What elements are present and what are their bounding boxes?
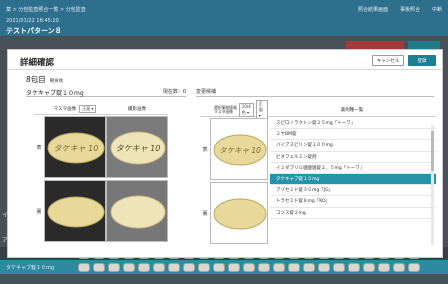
- drug-list-item[interactable]: コソス錠２mg: [270, 208, 436, 219]
- row-label-back: 裏: [36, 209, 42, 215]
- drug-list-item[interactable]: アゾセミド錠３０mg「JG」: [270, 185, 436, 197]
- scrollbar-thumb[interactable]: [431, 131, 434, 171]
- tablet-cell[interactable]: [363, 262, 375, 272]
- modal-title: 詳細確認: [20, 58, 55, 68]
- drug-list-column: 薬剤種一覧: [340, 108, 364, 113]
- drug-list-item[interactable]: ミヤBM錠: [270, 129, 436, 141]
- svg-text:タケキャ 10: タケキャ 10: [54, 144, 99, 153]
- drug-list-item[interactable]: バイアスピリン錠１００mg: [270, 140, 436, 152]
- drug-list-item[interactable]: タケキャブ錠１０mg: [270, 173, 436, 186]
- side-select[interactable]: 正面 ▾: [79, 105, 97, 113]
- tablet-cell[interactable]: [318, 262, 330, 272]
- captured-image-back: [106, 180, 168, 242]
- tablet-cell[interactable]: [168, 262, 180, 272]
- selected-drug-column: 選択薬剤情報 マスタ画像 10/4色 ▾ 正面 ▾: [200, 100, 268, 120]
- modal-header: 詳細確認 キャンセル 登録: [8, 50, 442, 70]
- tablet-cell[interactable]: [123, 262, 135, 272]
- table-row-selected[interactable]: タケキャブ錠１０mg: [0, 260, 448, 274]
- tablet-cell[interactable]: [408, 262, 420, 272]
- svg-text:タケキャ 10: タケキャ 10: [219, 146, 261, 155]
- table-header: 選択薬剤情報 マスタ画像 10/4色 ▾ 正面 ▾ 薬剤種一覧: [200, 100, 436, 120]
- color-select[interactable]: 10/4色 ▾: [238, 103, 254, 117]
- tablet-cell[interactable]: [183, 262, 195, 272]
- tablet-cell[interactable]: [198, 262, 210, 272]
- tablet-cell[interactable]: [333, 262, 345, 272]
- header-link-stop[interactable]: 中断: [432, 6, 442, 13]
- drug-list-item[interactable]: ビオフェルミン錠剤: [270, 152, 436, 163]
- current-image-table: マスタ画像 正面 ▾ 撮影画像 表 裏 タケキャ 10 タケキャ 10: [34, 104, 168, 253]
- detail-confirm-modal: 詳細確認 キャンセル 登録 8包目 朝食後 タケキャブ錠１０mg 現在数：0 変…: [7, 49, 443, 258]
- row-label-front: 表: [36, 145, 42, 151]
- tablet-cell[interactable]: [153, 262, 165, 272]
- tablet-cell[interactable]: [228, 262, 240, 272]
- captured-image-column: 撮影画像: [128, 107, 146, 112]
- pack-info: 8包目 朝食後: [26, 74, 63, 85]
- master-image-front: タケキャ 10: [44, 116, 106, 178]
- header-link-result[interactable]: 照合結果画面: [358, 6, 388, 13]
- tablet-cell[interactable]: [78, 262, 90, 272]
- tablet-cells: [78, 262, 420, 272]
- app-header: 薬 > 分包監査照合一覧 > 分包監査 照合結果画面 事後照合 中断 2021/…: [0, 0, 448, 36]
- change-candidates-header: 変更候補: [196, 87, 434, 97]
- register-button[interactable]: 登録: [408, 55, 436, 66]
- table-header: マスタ画像 正面 ▾ 撮影画像: [34, 104, 168, 115]
- master-image-column: マスタ画像 正面 ▾: [44, 104, 106, 114]
- row-label-front: 表: [202, 147, 208, 153]
- current-drug-name: タケキャブ錠１０mg: [26, 90, 84, 97]
- side-select[interactable]: 正面 ▾: [255, 100, 268, 120]
- tablet-cell[interactable]: [258, 262, 270, 272]
- drug-list-item[interactable]: イミダプリル塩酸塩錠２．５mg「トーワ」: [270, 163, 436, 174]
- drug-list: スピロノラクトン錠２５mg「トーワ」 ミヤBM錠 バイアスピリン錠１００mg ビオフェ…: [270, 118, 436, 219]
- list-scrollbar[interactable]: [431, 125, 434, 245]
- candidate-image-back: [210, 182, 268, 244]
- pack-number: 8包目: [26, 75, 46, 84]
- captured-image-front: タケキャ 10: [106, 116, 168, 178]
- tablet-cell[interactable]: [213, 262, 225, 272]
- tablet-cell[interactable]: [138, 262, 150, 272]
- row-label-back: 裏: [202, 211, 208, 217]
- session-date: 2021/01/22 18:45:20: [6, 18, 59, 24]
- candidate-table: 選択薬剤情報 マスタ画像 10/4色 ▾ 正面 ▾ 薬剤種一覧 表 裏 タケキャ…: [200, 100, 436, 253]
- drug-list-item[interactable]: スピロノラクトン錠２５mg「トーワ」: [270, 118, 436, 130]
- header-links: 照合結果画面 事後照合 中断: [358, 6, 442, 13]
- current-drug-header: タケキャブ錠１０mg 現在数：0: [26, 87, 186, 97]
- candidate-image-front: タケキャ 10: [210, 118, 268, 180]
- tablet-cell[interactable]: [288, 262, 300, 272]
- pack-time: 朝食後: [49, 79, 64, 84]
- tablet-cell[interactable]: [393, 262, 405, 272]
- tablet-cell[interactable]: [108, 262, 120, 272]
- row-label: タケキャブ錠１０mg: [6, 264, 55, 271]
- tablet-cell[interactable]: [243, 262, 255, 272]
- tablet-cell[interactable]: [378, 262, 390, 272]
- master-image-back: [44, 180, 106, 242]
- svg-text:タケキャ 10: タケキャ 10: [116, 144, 161, 153]
- patient-info: テストパターン８: [6, 27, 62, 35]
- tablet-cell[interactable]: [348, 262, 360, 272]
- drug-list-item[interactable]: トラセミド錠８mg「KO」: [270, 196, 436, 208]
- breadcrumb: 薬 > 分包監査照合一覧 > 分包監査: [6, 7, 86, 13]
- current-count: 現在数：0: [162, 89, 186, 95]
- tablet-cell[interactable]: [303, 262, 315, 272]
- tablet-cell[interactable]: [273, 262, 285, 272]
- change-candidates-label: 変更候補: [196, 89, 217, 95]
- tablet-cell[interactable]: [93, 262, 105, 272]
- cancel-button[interactable]: キャンセル: [372, 55, 404, 66]
- selected-drug-title: 選択薬剤情報 マスタ画像: [214, 104, 237, 114]
- header-link-after[interactable]: 事後照合: [400, 6, 420, 13]
